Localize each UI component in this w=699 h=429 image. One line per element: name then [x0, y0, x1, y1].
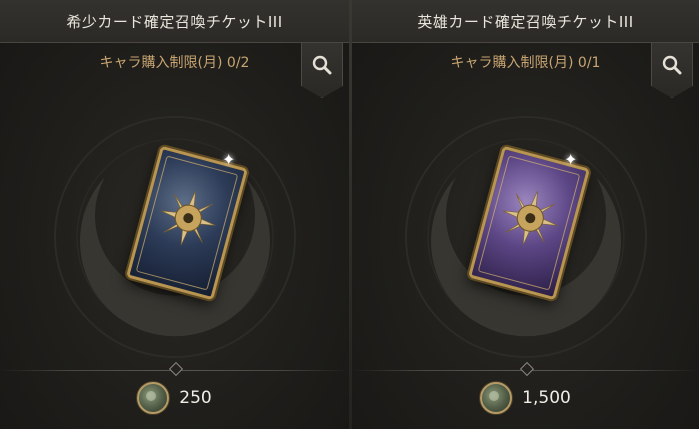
sparkle-icon: ✦ — [564, 150, 578, 169]
price-row: 1,500 — [352, 382, 699, 414]
product-title: 英雄カード確定召喚チケットIII — [417, 12, 634, 31]
coin-icon — [137, 382, 170, 414]
magnifier-icon — [312, 55, 332, 75]
product-title-bar: 英雄カード確定召喚チケットIII — [352, 0, 699, 43]
product-title: 希少カード確定召喚チケットIII — [66, 12, 283, 31]
price-value: 1,500 — [522, 388, 571, 408]
sparkle-icon: ✦ — [222, 150, 236, 169]
product-title-bar: 希少カード確定召喚チケットIII — [0, 0, 349, 43]
summon-ticket-shop: 希少カード確定召喚チケットIII キャラ購入制限(月) 0/2 250 英雄カー… — [0, 0, 699, 429]
price-row: 250 — [0, 382, 349, 414]
inspect-button[interactable] — [651, 43, 693, 98]
price-value: 250 — [179, 388, 212, 408]
purchase-limit: キャラ購入制限(月) 0/1 — [450, 55, 601, 71]
magnifier-icon — [662, 55, 682, 75]
purchase-limit: キャラ購入制限(月) 0/2 — [99, 55, 250, 71]
coin-icon — [480, 382, 513, 414]
inspect-button[interactable] — [301, 43, 343, 98]
